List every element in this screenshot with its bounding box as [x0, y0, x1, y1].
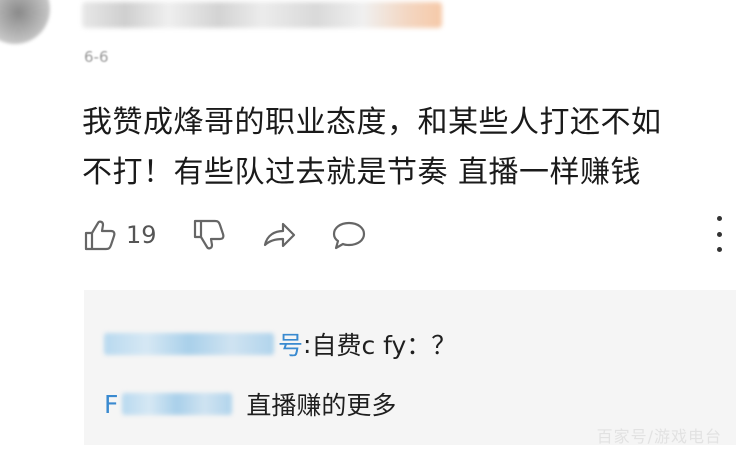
- comment-actions: 19: [82, 215, 401, 255]
- dislike-button[interactable]: [191, 217, 227, 253]
- watermark: 百家号/游戏电台: [596, 427, 722, 446]
- reply-item[interactable]: 号 : 自费c fy：？: [104, 326, 456, 362]
- reply-text: 自费c fy：？: [311, 331, 457, 360]
- reply-author-tail[interactable]: 号: [278, 326, 303, 362]
- username-blurred[interactable]: [82, 2, 442, 28]
- thumb-up-icon: [84, 220, 116, 251]
- reply-item[interactable]: F 直播赚的更多: [104, 386, 396, 422]
- comment-line-1: 我赞成烽哥的职业态度，和某些人打还不如: [82, 105, 662, 140]
- more-vertical-icon: [716, 216, 722, 221]
- comment-timestamp: 6-6: [84, 48, 109, 66]
- comment-text: 我赞成烽哥的职业态度，和某些人打还不如 不打！有些队过去就是节奏 直播一样赚钱: [82, 98, 722, 198]
- comment-button[interactable]: [331, 217, 367, 253]
- comment-line-2: 不打！有些队过去就是节奏 直播一样赚钱: [82, 155, 642, 190]
- share-button[interactable]: [261, 217, 297, 253]
- share-arrow-icon: [263, 222, 295, 248]
- reply-author-blurred[interactable]: [104, 333, 274, 355]
- reply-author-blurred[interactable]: [122, 393, 233, 415]
- replies-panel[interactable]: 号 : 自费c fy：？ F 直播赚的更多: [84, 290, 736, 445]
- avatar[interactable]: [0, 0, 50, 44]
- more-options-button[interactable]: [716, 216, 722, 252]
- reply-text: 直播赚的更多: [246, 391, 397, 420]
- like-count: 19: [126, 221, 157, 249]
- like-button[interactable]: 19: [82, 217, 157, 253]
- comment-bubble-icon: [332, 221, 365, 250]
- thumb-down-icon: [193, 219, 225, 250]
- reply-separator: :: [303, 329, 312, 359]
- reply-author-head[interactable]: F: [104, 390, 118, 419]
